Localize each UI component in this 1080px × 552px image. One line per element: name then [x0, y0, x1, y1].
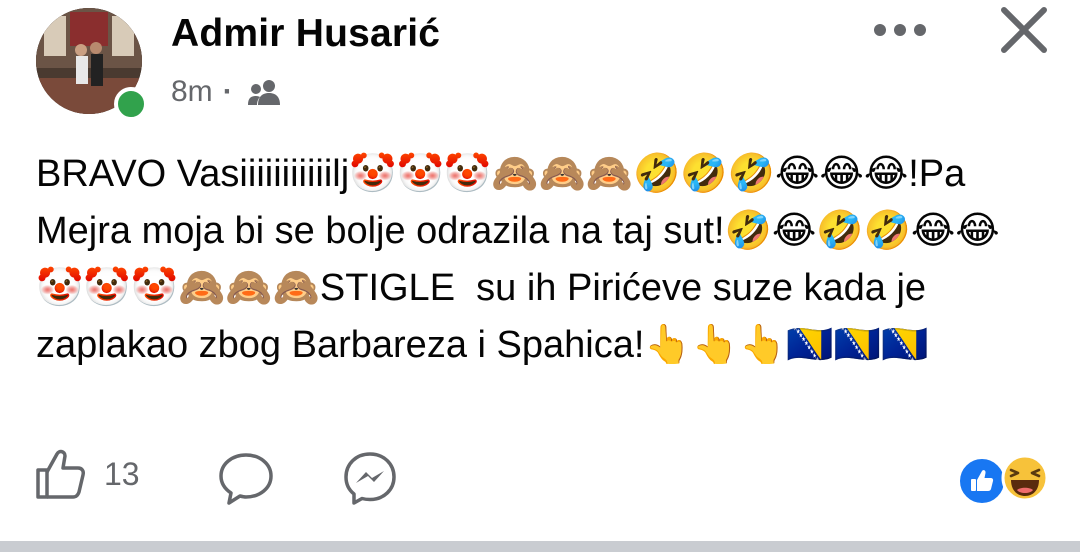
post-meta: 8m ·	[171, 72, 283, 112]
messenger-share-button[interactable]	[342, 450, 398, 506]
haha-reaction-icon	[1001, 454, 1049, 502]
author-name[interactable]: Admir Husarić	[171, 12, 440, 56]
comment-button[interactable]	[217, 450, 275, 508]
like-count: 13	[104, 455, 140, 492]
more-dots-icon	[874, 24, 926, 36]
like-button[interactable]: 13	[34, 448, 140, 500]
comment-icon	[219, 453, 273, 505]
friends-icon[interactable]	[247, 78, 283, 106]
post-time[interactable]: 8m	[171, 75, 213, 109]
feed-divider	[0, 541, 1080, 552]
online-status-dot	[114, 87, 148, 121]
like-reaction-icon	[957, 456, 1007, 506]
more-options-button[interactable]	[868, 12, 932, 48]
messenger-icon	[344, 452, 396, 505]
close-button[interactable]	[996, 2, 1052, 58]
post-card: Admir Husarić 8m · BRAVO Vasiiiiiiiiiiil…	[0, 0, 1080, 540]
meta-separator: ·	[222, 75, 233, 108]
thumbs-up-icon	[36, 449, 85, 499]
avatar-wrap[interactable]	[36, 8, 148, 121]
close-icon	[1001, 7, 1047, 53]
reactions-summary[interactable]	[953, 452, 1053, 506]
post-text: BRAVO Vasiiiiiiiiiiilj🤡🤡🤡🙈🙈🙈🤣🤣🤣😂😂😂!Pa Me…	[36, 153, 1000, 366]
